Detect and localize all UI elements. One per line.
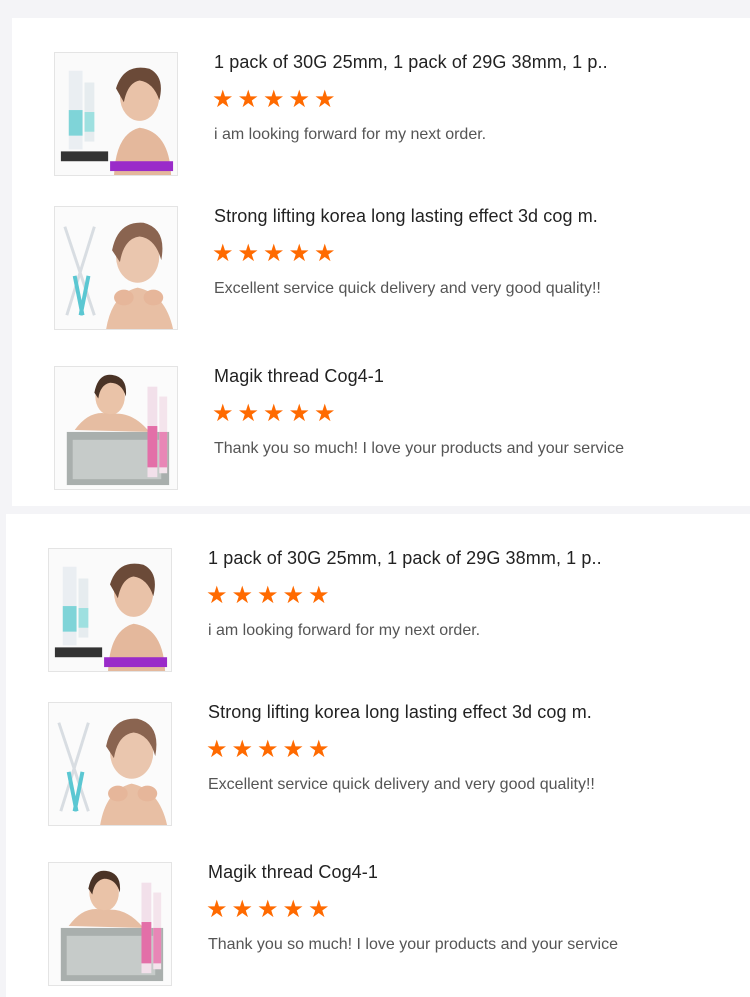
- star-icon: ★: [231, 896, 254, 923]
- star-icon: ★: [308, 896, 330, 923]
- product-image: [49, 703, 171, 825]
- product-thumbnail-cog-thread[interactable]: [54, 206, 178, 330]
- star-icon: ★: [314, 400, 336, 427]
- star-icon: ★: [231, 736, 254, 763]
- star-icon: ★: [212, 400, 234, 427]
- star-icon: ★: [206, 736, 228, 763]
- star-icon: ★: [288, 86, 311, 113]
- review-comment: Thank you so much! I love your products …: [214, 440, 624, 457]
- rating-stars: ★ ★ ★ ★ ★: [212, 86, 340, 114]
- rating-stars: ★ ★ ★ ★ ★: [206, 736, 334, 764]
- star-icon: ★: [257, 736, 279, 763]
- review-panel-1: 1 pack of 30G 25mm, 1 pack of 29G 38mm, …: [12, 18, 750, 506]
- product-image: [49, 863, 171, 985]
- review-comment: Thank you so much! I love your products …: [208, 936, 618, 953]
- star-icon: ★: [206, 582, 228, 609]
- product-thumbnail-magik-thread[interactable]: [48, 862, 172, 986]
- review-product-title[interactable]: 1 pack of 30G 25mm, 1 pack of 29G 38mm, …: [214, 52, 608, 73]
- review-product-title[interactable]: Strong lifting korea long lasting effect…: [214, 206, 598, 227]
- product-thumbnail-magik-thread[interactable]: [54, 366, 178, 490]
- review-product-title[interactable]: 1 pack of 30G 25mm, 1 pack of 29G 38mm, …: [208, 548, 602, 569]
- review-product-title[interactable]: Magik thread Cog4-1: [214, 366, 384, 387]
- star-icon: ★: [212, 86, 234, 113]
- review-comment: i am looking forward for my next order.: [214, 126, 487, 143]
- product-image: [55, 367, 177, 489]
- star-icon: ★: [237, 240, 260, 267]
- star-icon: ★: [308, 736, 330, 763]
- star-icon: ★: [206, 896, 228, 923]
- star-icon: ★: [288, 240, 311, 267]
- product-thumbnail-cannula-pack[interactable]: [48, 548, 172, 672]
- star-icon: ★: [263, 400, 285, 427]
- star-icon: ★: [282, 582, 305, 609]
- rating-stars: ★ ★ ★ ★ ★: [212, 400, 340, 428]
- star-icon: ★: [282, 896, 305, 923]
- star-icon: ★: [288, 400, 311, 427]
- star-icon: ★: [263, 86, 285, 113]
- star-icon: ★: [314, 86, 336, 113]
- review-comment: Excellent service quick delivery and ver…: [214, 280, 601, 297]
- review-panel-2: 1 pack of 30G 25mm, 1 pack of 29G 38mm, …: [6, 514, 750, 997]
- star-icon: ★: [263, 240, 285, 267]
- star-icon: ★: [212, 240, 234, 267]
- rating-stars: ★ ★ ★ ★ ★: [212, 240, 340, 268]
- star-icon: ★: [237, 86, 260, 113]
- review-product-title[interactable]: Magik thread Cog4-1: [208, 862, 378, 883]
- product-image: [49, 549, 171, 671]
- product-image: [55, 53, 177, 175]
- review-comment: i am looking forward for my next order.: [208, 622, 481, 639]
- review-comment: Excellent service quick delivery and ver…: [208, 776, 595, 793]
- product-image: [55, 207, 177, 329]
- star-icon: ★: [237, 400, 260, 427]
- star-icon: ★: [282, 736, 305, 763]
- star-icon: ★: [231, 582, 254, 609]
- star-icon: ★: [257, 896, 279, 923]
- product-thumbnail-cog-thread[interactable]: [48, 702, 172, 826]
- review-product-title[interactable]: Strong lifting korea long lasting effect…: [208, 702, 592, 723]
- star-icon: ★: [257, 582, 279, 609]
- rating-stars: ★ ★ ★ ★ ★: [206, 582, 334, 610]
- star-icon: ★: [314, 240, 336, 267]
- rating-stars: ★ ★ ★ ★ ★: [206, 896, 334, 924]
- product-thumbnail-cannula-pack[interactable]: [54, 52, 178, 176]
- star-icon: ★: [308, 582, 330, 609]
